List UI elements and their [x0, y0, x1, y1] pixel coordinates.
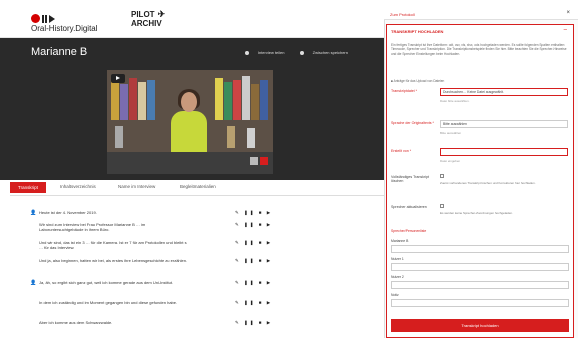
speaker-label: Nutzer 1 — [391, 257, 404, 261]
segment-actions[interactable]: ✎ ❚❚ ■ ▶ — [235, 280, 272, 286]
segment-actions[interactable]: ✎ ❚❚ ■ ▶ — [235, 320, 272, 326]
speaker-input[interactable] — [391, 245, 569, 253]
top-bar: Oral-History.Digital PILOT ✈ ARCHIV — [0, 0, 384, 38]
speaker-input[interactable] — [391, 299, 569, 307]
segment-actions[interactable]: ✎ ❚❚ ■ ▶ — [235, 258, 272, 264]
speaker-input[interactable] — [391, 263, 569, 271]
language-label: Sprache der Originaltexts * — [391, 121, 434, 125]
transcript-file-input[interactable]: Durchsuchen… Keine Datei ausgewählt. — [440, 88, 568, 96]
plane-icon: ✈ — [157, 9, 166, 19]
segment-actions[interactable]: ✎ ❚❚ ■ ▶ — [235, 300, 272, 306]
speaker-section-title: Sprecher/Personenliste — [391, 229, 427, 233]
panel-header-label[interactable]: Zum Protokoll — [390, 12, 415, 17]
transcript-file-label: Transkriptdatei * — [391, 89, 418, 93]
update-speakers-checkbox[interactable] — [440, 204, 444, 208]
tab-begleitmaterialien[interactable]: Begleitmaterialien — [180, 184, 216, 189]
download-icon[interactable] — [260, 157, 268, 165]
close-icon[interactable]: × — [566, 10, 570, 16]
settings-icon[interactable] — [250, 157, 258, 165]
tab-bar: Transkript Inhaltsverzeichnis Name im In… — [10, 182, 384, 196]
tab-namen[interactable]: Name im Interview — [118, 184, 155, 189]
delete-transcript-checkbox[interactable] — [440, 174, 444, 178]
update-speakers-note: Es werden keine Sprecher-Zuordnungen hoc… — [440, 211, 513, 215]
main-app: Oral-History.Digital PILOT ✈ ARCHIV Maria… — [0, 0, 384, 338]
video-player[interactable] — [107, 70, 273, 174]
speaker-label: Nutzer 2 — [391, 275, 404, 279]
hero-actions: Interview teilen Zwischen speichern — [231, 50, 348, 55]
required-note: ■ Anträge für das Upload von Dateien — [391, 79, 445, 83]
upload-transcript-button[interactable]: Transkript hochladen — [391, 319, 569, 332]
pilot-archive-label: PILOT ✈ ARCHIV — [131, 9, 166, 29]
share-icon — [244, 50, 249, 55]
interview-hero: Marianne B Interview teilen Zwischen spe… — [0, 38, 384, 180]
bookmark-icon — [299, 50, 304, 55]
delete-transcript-note: Zuerst vorhandenes Transkript löschen un… — [440, 181, 536, 185]
segment-actions[interactable]: ✎ ❚❚ ■ ▶ — [235, 240, 272, 246]
update-speakers-label: Sprecher aktualisieren — [391, 205, 427, 209]
play-button[interactable] — [111, 74, 125, 83]
form-title: TRANSKRIPT HOCHLADEN — [391, 29, 444, 34]
video-tools — [248, 152, 268, 170]
contributor-input[interactable] — [440, 148, 568, 156]
segment-actions[interactable]: ✎ ❚❚ ■ ▶ — [235, 222, 272, 228]
save-link[interactable]: Zwischen speichern — [293, 50, 348, 55]
speaker-label: Marianne B — [391, 239, 409, 243]
transcript-file-help: Datei bitte auswählen. — [440, 99, 470, 103]
speaker-label: Notiz — [391, 293, 399, 297]
upload-transcript-form: TRANSKRIPT HOCHLADEN – Ein fertiges Tran… — [386, 24, 574, 338]
contributor-help: Datei eingeben — [440, 159, 461, 163]
form-intro: Ein fertiges Transkript ist Ihre Dateifo… — [391, 43, 567, 56]
share-interview-link[interactable]: Interview teilen — [238, 50, 285, 55]
tab-inhaltsverzeichnis[interactable]: Inhaltsverzeichnis — [60, 184, 96, 189]
contributor-label: Erstellt von * — [391, 149, 412, 153]
panel-header: Zum Protokoll × — [384, 0, 578, 20]
page-title: Marianne B — [31, 46, 88, 58]
language-select[interactable]: Bitte auswählen — [440, 120, 568, 128]
tab-transkript[interactable]: Transkript — [10, 182, 46, 193]
delete-transcript-label: Vollständiges Transkript löschen — [391, 175, 429, 184]
collapse-icon[interactable]: – — [564, 27, 567, 33]
brand-name[interactable]: Oral-History.Digital — [31, 24, 98, 33]
speaker-icon[interactable]: 👤 — [30, 280, 36, 286]
speaker-input[interactable] — [391, 281, 569, 289]
segment-actions[interactable]: ✎ ❚❚ ■ ▶ — [235, 210, 272, 216]
language-help: Bitte auswählen — [440, 131, 462, 135]
speaker-icon[interactable]: 👤 — [30, 210, 36, 216]
